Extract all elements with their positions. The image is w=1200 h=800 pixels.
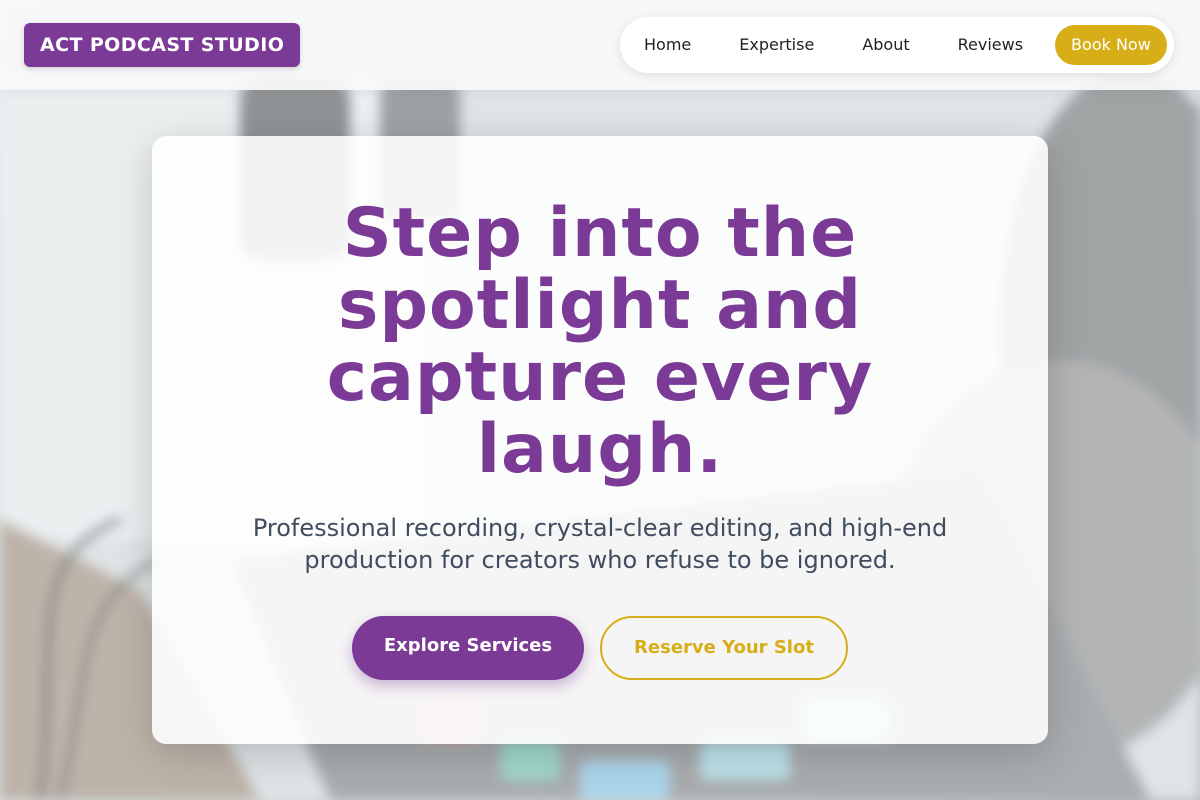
nav-link-about[interactable]: About bbox=[846, 25, 925, 65]
nav-link-reviews[interactable]: Reviews bbox=[942, 25, 1039, 65]
reserve-slot-button[interactable]: Reserve Your Slot bbox=[600, 616, 848, 680]
hero-title: Step into the spotlight and capture ever… bbox=[326, 194, 874, 489]
hero-subtitle: Professional recording, crystal-clear ed… bbox=[252, 514, 948, 574]
brand-logo[interactable]: ACT PODCAST STUDIO bbox=[24, 23, 301, 67]
main-navigation: Home Expertise About Reviews Book Now bbox=[620, 17, 1174, 73]
nav-link-expertise[interactable]: Expertise bbox=[723, 25, 830, 65]
hero-card: Step into the spotlight and capture ever… bbox=[152, 136, 1048, 744]
site-header: ACT PODCAST STUDIO Home Expertise About … bbox=[0, 0, 1200, 90]
nav-link-home[interactable]: Home bbox=[628, 25, 707, 65]
book-now-button[interactable]: Book Now bbox=[1055, 25, 1167, 65]
explore-services-button[interactable]: Explore Services bbox=[352, 616, 584, 680]
